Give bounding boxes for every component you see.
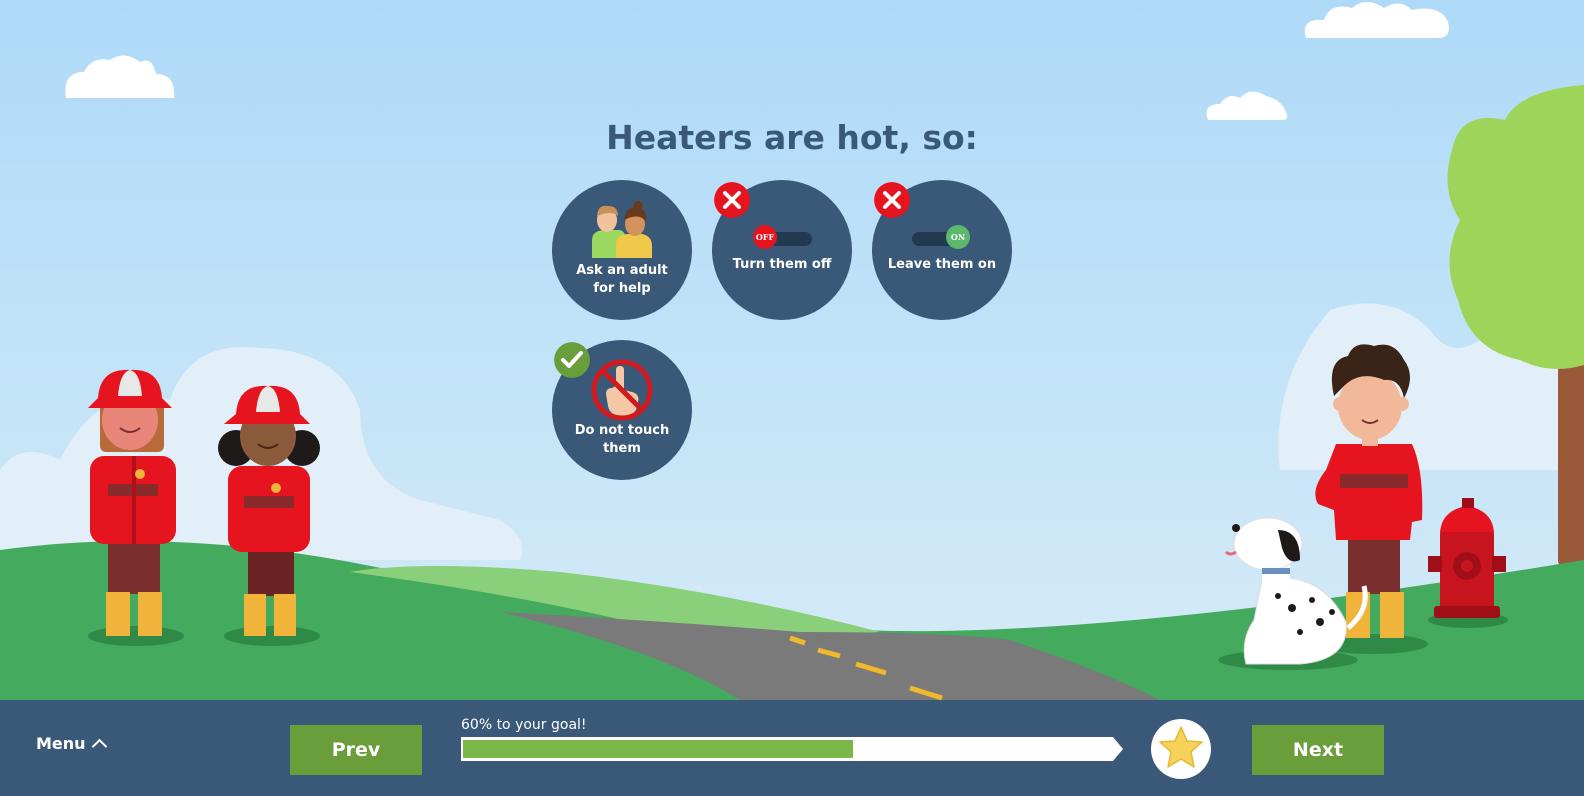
option-label: Turn them off (732, 257, 832, 272)
next-button[interactable]: Next (1252, 725, 1384, 775)
progress-bar (461, 737, 1123, 761)
correct-icon (554, 342, 590, 378)
option-label: Leave them on (887, 257, 997, 272)
option-label: Ask an adult for help (576, 263, 668, 296)
footer-bar: Menu Prev 60% to your goal! Next (0, 700, 1584, 796)
chevron-up-icon (91, 738, 107, 755)
option-label: Do not touch them (574, 423, 670, 456)
goal-badge (1151, 719, 1211, 779)
progress-fill (463, 740, 853, 758)
toggle-on-text: ON (951, 232, 965, 242)
prev-button[interactable]: Prev (290, 725, 422, 775)
progress-label: 60% to your goal! (461, 717, 587, 733)
wrong-icon (714, 182, 750, 218)
adults-icon (592, 201, 652, 258)
question-title: Heaters are hot, so: (606, 118, 978, 157)
wrong-icon (874, 182, 910, 218)
menu-label: Menu (36, 734, 86, 753)
answer-option-ask-adult[interactable]: Ask an adult for help (552, 180, 692, 320)
toggle-off-text: OFF (756, 232, 775, 242)
menu-button[interactable]: Menu (36, 734, 107, 755)
background-scene (0, 0, 1584, 700)
game-screen: Heaters are hot, so: Ask an adult for he… (0, 0, 1584, 796)
star-icon (1159, 726, 1203, 768)
